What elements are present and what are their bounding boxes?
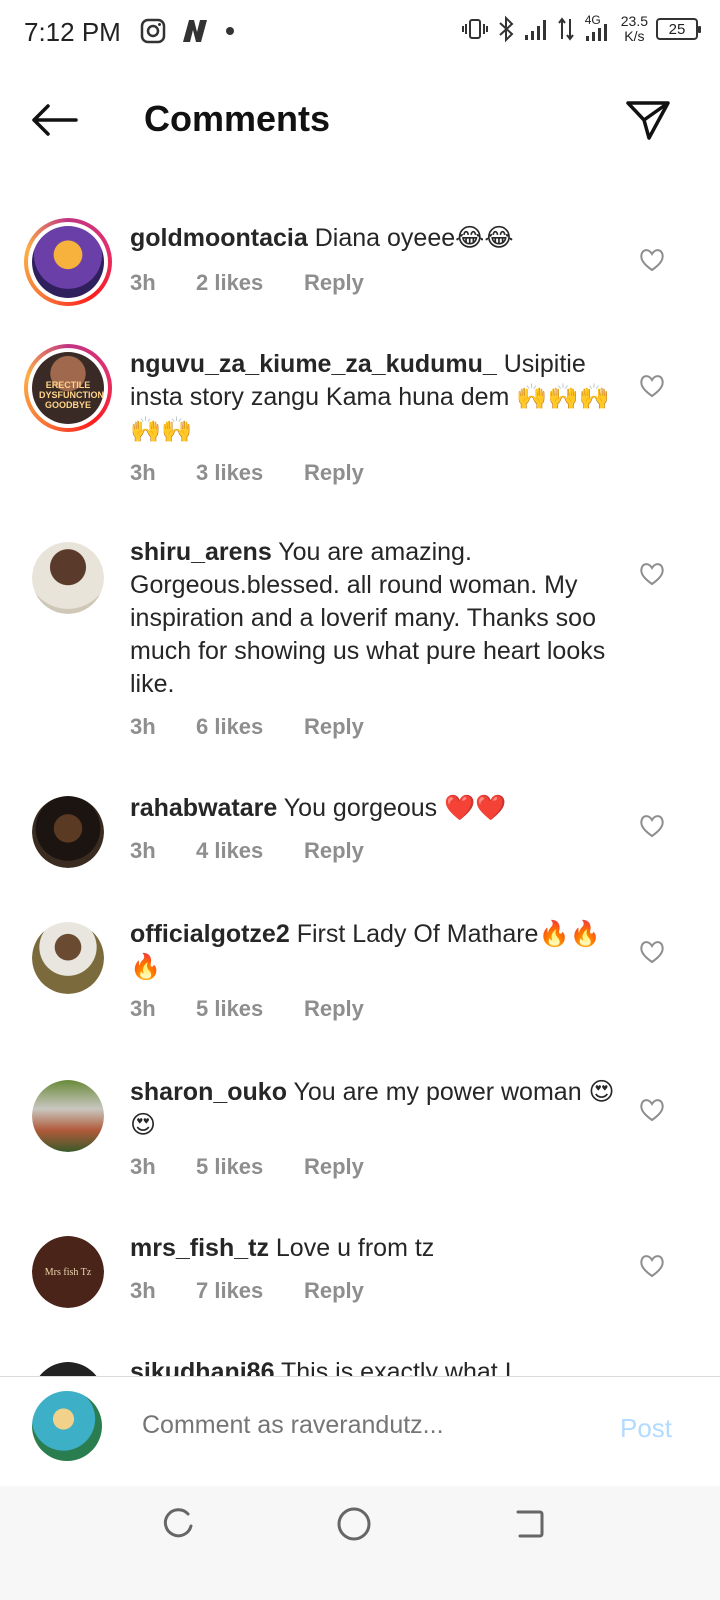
reply-button[interactable]: Reply — [304, 460, 364, 486]
comment-likes[interactable]: 5 likes — [196, 1154, 304, 1180]
comment-time: 3h — [130, 460, 156, 485]
avatar[interactable] — [32, 796, 104, 868]
news-app-icon — [183, 20, 207, 42]
reply-button[interactable]: Reply — [304, 270, 364, 296]
back-nav-icon[interactable] — [510, 1504, 550, 1544]
heart-icon[interactable] — [638, 372, 666, 400]
comment-text: shiru_arens You are amazing. Gorgeous.bl… — [130, 536, 620, 701]
comment-time: 3h — [130, 270, 156, 295]
comment-username[interactable]: rahabwatare — [130, 794, 277, 822]
comment-text: goldmoontacia Diana oyeee😂😂 — [130, 222, 620, 255]
avatar[interactable] — [32, 1080, 104, 1152]
comment-meta: 3h 3 likes Reply — [130, 460, 364, 486]
comment-likes[interactable]: 5 likes — [196, 996, 304, 1022]
data-transfer-icon — [557, 17, 574, 41]
reply-button[interactable]: Reply — [304, 838, 364, 864]
reply-button[interactable]: Reply — [304, 714, 364, 740]
comment-time: 3h — [130, 714, 156, 739]
comment-content: You gorgeous ❤️❤️ — [283, 794, 507, 822]
avatar[interactable] — [24, 218, 112, 306]
comment-meta: 3h 2 likes Reply — [130, 270, 364, 296]
comment-time: 3h — [130, 838, 156, 863]
speed-value: 23.5 — [620, 13, 648, 29]
comment-time: 3h — [130, 1278, 156, 1303]
reply-button[interactable]: Reply — [304, 1278, 364, 1304]
post-button[interactable]: Post — [620, 1413, 672, 1444]
heart-icon[interactable] — [638, 1252, 666, 1280]
system-icons: 4G 23.5 K/s 25 — [461, 13, 701, 44]
comment-likes[interactable]: 2 likes — [196, 270, 304, 296]
comment-username[interactable]: nguvu_za_kiume_za_kudumu_ — [130, 350, 497, 378]
signal-4g-icon: 4G — [583, 13, 613, 43]
comment-likes[interactable]: 4 likes — [196, 838, 304, 864]
reply-button[interactable]: Reply — [304, 1154, 364, 1180]
comment-username[interactable]: officialgotze2 — [130, 920, 290, 948]
comment-likes[interactable]: 7 likes — [196, 1278, 304, 1304]
battery-icon: 25 — [656, 18, 701, 40]
comment-likes[interactable]: 3 likes — [196, 460, 304, 486]
home-icon[interactable] — [334, 1504, 374, 1544]
direct-message-icon — [626, 101, 670, 140]
avatar[interactable] — [32, 922, 104, 994]
comment-meta: 3h 7 likes Reply — [130, 1278, 364, 1304]
comment-likes[interactable]: 6 likes — [196, 714, 304, 740]
comment-meta: 3h 5 likes Reply — [130, 996, 364, 1022]
status-time: 7:12 PM — [24, 17, 121, 47]
comment-time: 3h — [130, 1154, 156, 1179]
heart-icon[interactable] — [638, 1096, 666, 1124]
comment-meta: 3h 4 likes Reply — [130, 838, 364, 864]
speed-unit: K/s — [624, 28, 645, 44]
network-speed: 23.5 K/s — [621, 14, 648, 44]
heart-icon[interactable] — [638, 560, 666, 588]
comment-meta: 3h 5 likes Reply — [130, 1154, 364, 1180]
network-label: 4G — [584, 13, 601, 27]
instagram-icon — [140, 18, 166, 44]
avatar[interactable]: ERECTILE DYSFUNCTION GOODBYE — [24, 344, 112, 432]
bluetooth-icon — [499, 15, 514, 43]
comment-username[interactable]: goldmoontacia — [130, 224, 308, 252]
comment-content: Love u from tz — [275, 1234, 435, 1262]
reply-button[interactable]: Reply — [304, 996, 364, 1022]
comment-time: 3h — [130, 996, 156, 1021]
page-title: Comments — [144, 98, 331, 139]
notification-icons — [140, 18, 236, 44]
comment-username[interactable]: mrs_fish_tz — [130, 1234, 269, 1262]
signal-icon — [524, 20, 546, 40]
header: Comments — [0, 80, 720, 160]
comment-text: mrs_fish_tz Love u from tz — [130, 1232, 620, 1265]
comments-list[interactable]: goldmoontacia Diana oyeee😂😂 3h 2 likes R… — [0, 190, 720, 1400]
avatar-text: ERECTILE DYSFUNCTION GOODBYE — [39, 380, 104, 410]
back-arrow-icon — [32, 104, 78, 136]
comment-text: rahabwatare You gorgeous ❤️❤️ — [130, 792, 620, 825]
vibrate-icon — [461, 19, 488, 39]
comment-text: nguvu_za_kiume_za_kudumu_ Usipitie insta… — [130, 348, 620, 447]
direct-message-button[interactable] — [622, 94, 674, 146]
comment-username[interactable]: shiru_arens — [130, 538, 272, 566]
status-bar: 7:12 PM 4G 23.5 K/s 25 — [0, 0, 720, 64]
comment-text: sharon_ouko You are my power woman 😍😍 — [130, 1076, 620, 1142]
comment-input[interactable] — [142, 1411, 582, 1440]
battery-level: 25 — [668, 20, 686, 38]
back-button[interactable] — [28, 98, 80, 142]
my-avatar — [32, 1391, 102, 1461]
comment-meta: 3h 6 likes Reply — [130, 714, 364, 740]
comment-text: officialgotze2 First Lady Of Mathare🔥🔥🔥 — [130, 918, 620, 984]
recents-icon[interactable] — [158, 1504, 198, 1544]
comment-composer: Post — [0, 1376, 720, 1486]
comment-username[interactable]: sharon_ouko — [130, 1078, 287, 1106]
avatar[interactable]: Mrs fish Tz — [32, 1236, 104, 1308]
avatar-text: Mrs fish Tz — [44, 1266, 92, 1278]
system-nav-bar — [0, 1486, 720, 1600]
comment-content: Diana oyeee😂😂 — [314, 224, 514, 252]
heart-icon[interactable] — [638, 246, 666, 274]
heart-icon[interactable] — [638, 938, 666, 966]
avatar[interactable] — [32, 542, 104, 614]
heart-icon[interactable] — [638, 812, 666, 840]
dot-icon — [226, 27, 234, 35]
